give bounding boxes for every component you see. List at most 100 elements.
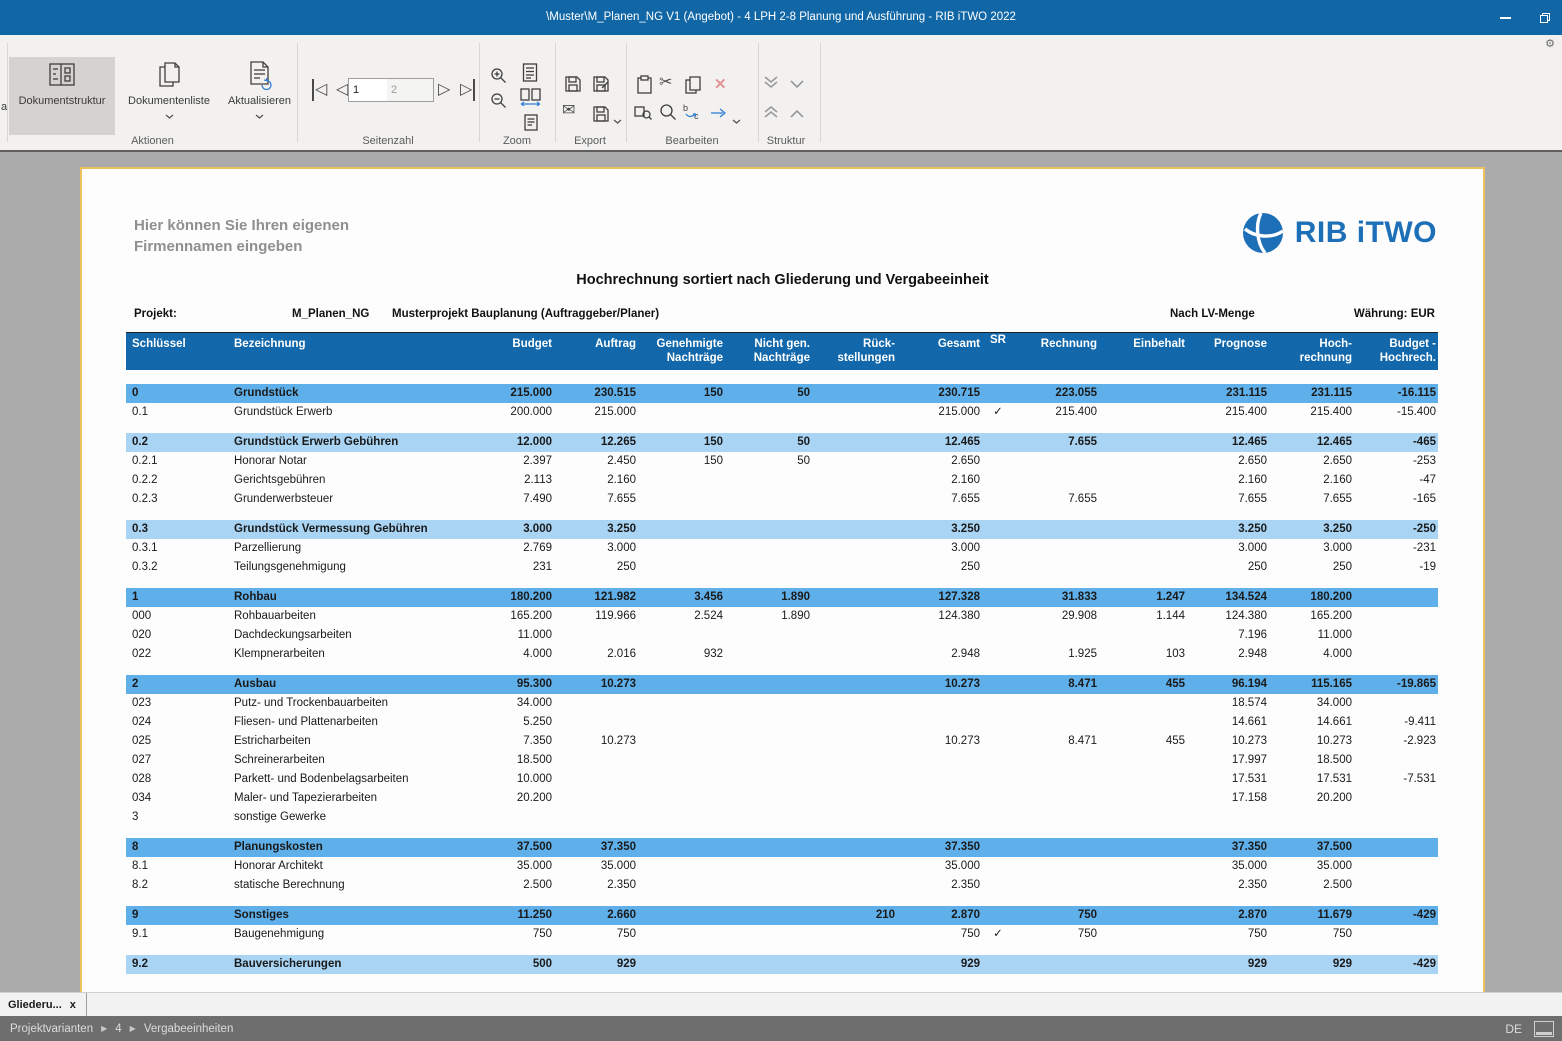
- report-preview-area: Hier können Sie Ihren eigenen Firmenname…: [0, 152, 1562, 993]
- chevron-down-icon[interactable]: [613, 111, 622, 129]
- ribbon-group-struktur: Struktur: [760, 35, 812, 150]
- tab-close-icon[interactable]: x: [70, 999, 76, 1011]
- column-header-13: Budget -Hochrech.: [1354, 333, 1438, 370]
- logo-text: RIB iTWO: [1295, 216, 1437, 250]
- table-row-0.1: 0.1Grundstück Erwerb200.000215.000215.00…: [126, 403, 1438, 422]
- report-title: Hochrechnung sortiert nach Gliederung un…: [82, 272, 1483, 288]
- projection-table: SchlüsselBezeichnungBudgetAuftragGenehmi…: [126, 332, 1438, 974]
- next-page-button[interactable]: ▷: [438, 79, 450, 101]
- panel-layout-icon[interactable]: [1534, 1021, 1554, 1037]
- table-row-3: 3sonstige Gewerke: [126, 808, 1438, 827]
- company-name-placeholder: Hier können Sie Ihren eigenen Firmenname…: [134, 215, 349, 257]
- spacer-row: [126, 577, 1438, 588]
- aktualisieren-button[interactable]: Aktualisieren: [223, 57, 296, 135]
- cut-scissors-icon[interactable]: ✂: [659, 75, 672, 91]
- spacer-row: [126, 944, 1438, 955]
- ribbon-group-zoom: Zoom: [480, 35, 554, 150]
- expand-all-icon[interactable]: [762, 75, 780, 95]
- total-pages-field: [387, 79, 433, 101]
- column-header-10: Einbehalt: [1099, 333, 1187, 370]
- replace-icon[interactable]: bc: [683, 103, 702, 125]
- rib-itwo-logo: RIB iTWO: [1241, 211, 1437, 255]
- status-bar: Projektvarianten▶4▶Vergabeeinheiten DE: [0, 1016, 1562, 1041]
- table-row-8.1: 8.1Honorar Architekt35.00035.00035.00035…: [126, 857, 1438, 876]
- projekt-description: Musterprojekt Bauplanung (Auftraggeber/P…: [392, 308, 659, 320]
- single-page-view-icon[interactable]: [522, 63, 538, 87]
- ribbon-toolbar: a ⚙ Dokumentstruktur Dokumentenliste Akt…: [0, 35, 1562, 152]
- paste-icon[interactable]: [636, 75, 654, 100]
- ribbon-group-aktionen: Dokumentstruktur Dokumentenliste Aktuali…: [9, 35, 296, 150]
- restore-button[interactable]: [1538, 11, 1552, 25]
- column-header-8: SR: [982, 333, 1014, 370]
- aktualisieren-label: Aktualisieren: [228, 95, 291, 107]
- plugin-search-icon[interactable]: [634, 103, 652, 126]
- two-page-fit-width-icon[interactable]: [520, 88, 541, 111]
- table-row-0.2.2: 0.2.2Gerichtsgebühren2.1132.1602.1602.16…: [126, 471, 1438, 490]
- svg-text:c: c: [694, 111, 699, 120]
- restore-icon: [1540, 13, 1550, 23]
- table-row-1: 1Rohbau180.200121.9823.4561.890127.32831…: [126, 588, 1438, 607]
- svg-text:b: b: [683, 103, 688, 113]
- breadcrumb-arrow-icon: ▶: [101, 1024, 107, 1033]
- document-list-icon: [155, 57, 183, 93]
- column-header-6: Rück-stellungen: [812, 333, 897, 370]
- zoom-in-icon[interactable]: [490, 67, 508, 90]
- table-row-025: 025Estricharbeiten7.35010.27310.2738.471…: [126, 732, 1438, 751]
- dokumentenliste-button[interactable]: Dokumentenliste: [121, 57, 217, 135]
- expand-level-icon[interactable]: [788, 77, 806, 95]
- column-header-2: Budget: [482, 333, 554, 370]
- column-header-0: Schlüssel: [126, 333, 232, 370]
- document-structure-icon: [47, 57, 77, 93]
- goto-arrow-icon[interactable]: [710, 105, 727, 126]
- breadcrumb-item-1[interactable]: 4: [115, 1023, 121, 1035]
- table-row-9.2: 9.2Bauversicherungen500929929929929-429: [126, 955, 1438, 974]
- save-report-icon[interactable]: [564, 75, 582, 98]
- chevron-down-icon: [165, 110, 174, 122]
- send-email-icon[interactable]: ✉: [562, 103, 575, 119]
- save-as-icon[interactable]: [592, 75, 610, 98]
- ribbon-options-gear-icon[interactable]: ⚙: [1545, 37, 1555, 50]
- minimize-button[interactable]: [1498, 11, 1512, 25]
- column-header-7: Gesamt: [897, 333, 982, 370]
- column-header-5: Nicht gen.Nachträge: [725, 333, 812, 370]
- fit-page-icon[interactable]: [524, 114, 538, 136]
- column-header-1: Bezeichnung: [232, 333, 482, 370]
- table-body: 0Grundstück215.000230.51515050230.715223…: [126, 384, 1438, 974]
- currency-label: Währung: EUR: [1354, 308, 1435, 320]
- group-label-seitenzahl: Seitenzahl: [298, 135, 478, 147]
- projekt-label: Projekt:: [134, 308, 177, 320]
- minimize-icon: [1500, 17, 1511, 19]
- zoom-out-icon[interactable]: [490, 92, 508, 115]
- table-row-000: 000Rohbauarbeiten165.200119.9662.5241.89…: [126, 607, 1438, 626]
- column-header-4: GenehmigteNachträge: [638, 333, 725, 370]
- current-page-input[interactable]: [349, 79, 387, 101]
- table-row-022: 022Klempnerarbeiten4.0002.0169322.9481.9…: [126, 645, 1438, 664]
- collapse-all-icon[interactable]: [762, 105, 780, 125]
- dokumentstruktur-button[interactable]: Dokumentstruktur: [9, 57, 115, 135]
- export-save-icon[interactable]: [592, 105, 610, 128]
- table-row-028: 028Parkett- und Bodenbelagsarbeiten10.00…: [126, 770, 1438, 789]
- spacer-row: [126, 422, 1438, 433]
- status-right: DE: [1505, 1021, 1562, 1037]
- first-page-button[interactable]: ◁: [312, 79, 327, 101]
- previous-page-button[interactable]: ◁: [336, 79, 348, 101]
- chevron-down-icon[interactable]: [732, 111, 741, 129]
- table-row-024: 024Fliesen- und Plattenarbeiten5.25014.6…: [126, 713, 1438, 732]
- copy-icon[interactable]: [684, 75, 702, 100]
- dokumentstruktur-label: Dokumentstruktur: [19, 95, 106, 107]
- window-title: \Muster\M_Planen_NG V1 (Angebot) - 4 LPH…: [0, 0, 1562, 35]
- table-row-8: 8Planungskosten37.50037.35037.35037.3503…: [126, 838, 1438, 857]
- delete-icon[interactable]: ✕: [714, 75, 727, 93]
- table-row-027: 027Schreinerarbeiten18.50017.99718.500: [126, 751, 1438, 770]
- table-row-0.3.2: 0.3.2Teilungsgenehmigung231250250250250-…: [126, 558, 1438, 577]
- group-label-zoom: Zoom: [480, 135, 554, 147]
- breadcrumb-item-2[interactable]: Vergabeeinheiten: [144, 1023, 234, 1035]
- column-header-3: Auftrag: [554, 333, 638, 370]
- table-row-020: 020Dachdeckungsarbeiten11.0007.19611.000: [126, 626, 1438, 645]
- group-label-bearbeiten: Bearbeiten: [628, 135, 756, 147]
- breadcrumb-item-0[interactable]: Projektvarianten: [10, 1023, 93, 1035]
- search-icon[interactable]: [659, 103, 677, 126]
- last-page-button[interactable]: ▷: [460, 79, 475, 101]
- collapse-level-icon[interactable]: [788, 107, 806, 125]
- tab-gliederung[interactable]: Gliederu... x: [0, 993, 87, 1016]
